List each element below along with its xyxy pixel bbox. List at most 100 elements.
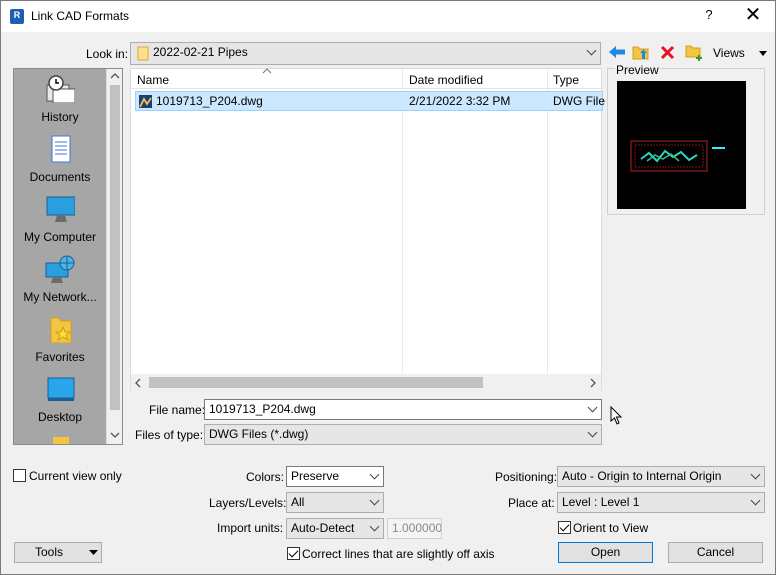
layers-levels-value: All [291,495,305,509]
scroll-right-icon[interactable] [589,378,597,388]
favorites-icon [50,317,72,344]
views-dropdown-icon [759,51,768,56]
delete-icon[interactable] [660,45,675,60]
import-units-dropdown[interactable]: Auto-Detect [286,518,384,539]
folder-icon [137,46,149,61]
computer-icon [46,196,76,222]
cancel-button[interactable]: Cancel [668,542,763,563]
current-view-only-checkbox[interactable] [13,469,26,482]
import-units-label: Import units: [217,521,284,535]
column-separator [402,69,403,374]
file-date-cell: 2/21/2022 3:32 PM [409,94,511,108]
colors-value: Preserve [291,469,340,483]
dwg-preview-thumbnail [617,81,746,209]
file-list-scroll-thumb[interactable] [149,377,483,388]
import-scale-field: 1.000000 [387,518,442,539]
look-in-label: Look in: [86,47,129,61]
tools-label: Tools [35,545,64,559]
files-of-type-value: DWG Files (*.dwg) [209,427,309,441]
place-label: History [41,110,79,124]
current-view-only-label[interactable]: Current view only [29,469,122,483]
back-arrow-icon[interactable] [608,45,626,59]
file-name-cell: 1019713_P204.dwg [156,94,263,108]
help-button[interactable]: ? [701,7,717,25]
title-bar: R Link CAD Formats ? ✕ [1,1,775,32]
window-title: Link CAD Formats [31,9,130,23]
open-button[interactable]: Open [558,542,653,563]
drawing-preview-graphic [630,140,725,172]
file-row[interactable]: 1019713_P204.dwg 2/21/2022 3:32 PM DWG F… [135,91,605,111]
sort-ascending-icon [262,68,272,74]
place-label: My Computer [23,230,97,244]
up-folder-icon[interactable] [632,43,650,61]
place-at-value: Level : Level 1 [562,495,640,509]
desktop-icon [47,377,75,401]
orient-to-view-checkbox[interactable] [558,521,571,534]
dwg-file-icon [139,95,152,108]
folder-icon [53,437,69,444]
look-in-value: 2022-02-21 Pipes [153,45,248,59]
file-name-input[interactable]: 1019713_P204.dwg [204,399,602,420]
chevron-down-icon [585,43,597,62]
file-name-label: File name: [149,403,206,417]
close-button[interactable]: ✕ [741,4,765,28]
places-scrollbar[interactable] [106,69,122,444]
scroll-left-icon[interactable] [134,378,142,388]
positioning-label: Positioning: [495,470,558,484]
scroll-up-icon[interactable] [110,72,120,80]
column-separator [547,69,548,374]
chevron-down-icon [749,493,761,512]
history-icon [46,75,76,104]
file-type-cell: DWG File [553,94,605,108]
place-my-network[interactable]: My Network... [14,255,106,304]
tools-dropdown-icon [89,550,98,555]
files-of-type-dropdown[interactable]: DWG Files (*.dwg) [204,424,602,445]
look-in-dropdown[interactable]: 2022-02-21 Pipes [130,42,601,65]
file-list-hscrollbar[interactable] [131,374,601,391]
views-label: Views [713,46,745,60]
chevron-down-icon [586,400,598,419]
place-my-computer[interactable]: My Computer [14,195,106,244]
mouse-cursor-icon [610,406,623,425]
column-header-date[interactable]: Date modified [409,73,483,87]
place-history[interactable]: History [14,75,106,124]
chevron-down-icon [749,467,761,486]
layers-levels-dropdown[interactable]: All [286,492,384,513]
place-partial-folder [14,435,106,444]
colors-label: Colors: [246,470,285,484]
place-at-dropdown[interactable]: Level : Level 1 [557,492,765,513]
scroll-down-icon[interactable] [110,431,120,439]
place-documents[interactable]: Documents [14,135,106,184]
place-label: Desktop [37,410,83,424]
place-desktop[interactable]: Desktop [14,375,106,424]
import-units-value: Auto-Detect [291,521,355,535]
preview-panel [607,68,765,215]
positioning-dropdown[interactable]: Auto - Origin to Internal Origin [557,466,765,487]
file-list: Name Date modified Type 1019713_P204.dwg… [130,68,605,391]
chevron-down-icon [368,467,380,486]
correct-lines-label[interactable]: Correct lines that are slightly off axis [302,547,495,561]
column-header-name[interactable]: Name [137,73,169,87]
places-scroll-thumb[interactable] [110,85,120,410]
place-label: Documents [29,170,91,184]
documents-icon [51,135,71,163]
chevron-down-icon [368,519,380,538]
place-label: Favorites [35,350,85,364]
revit-app-icon: R [10,9,24,24]
new-folder-icon[interactable] [685,43,705,61]
correct-lines-checkbox[interactable] [287,547,300,560]
place-favorites[interactable]: Favorites [14,315,106,364]
colors-dropdown[interactable]: Preserve [286,466,384,487]
chevron-down-icon [586,425,598,444]
orient-to-view-label[interactable]: Orient to View [573,521,648,535]
file-name-value: 1019713_P204.dwg [209,402,316,416]
preview-label: Preview [615,63,660,77]
views-menu[interactable]: Views [713,46,768,60]
places-bar: History Documents My Computer My Network… [13,68,123,445]
column-header-type[interactable]: Type [553,73,579,87]
chevron-down-icon [368,493,380,512]
files-of-type-label: Files of type: [135,428,204,442]
place-label: My Network... [23,290,97,304]
layers-levels-label: Layers/Levels: [209,496,287,510]
tools-button[interactable]: Tools [14,542,102,563]
